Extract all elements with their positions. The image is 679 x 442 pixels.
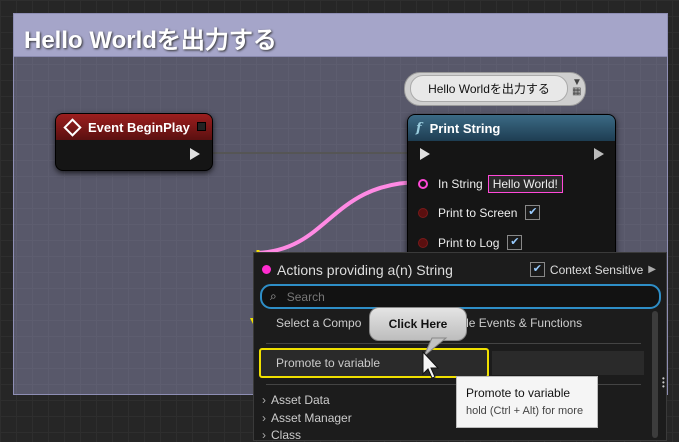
print-string-node[interactable]: f Print String In String Hello World! Pr… bbox=[407, 114, 616, 266]
string-pin-icon[interactable] bbox=[418, 179, 428, 189]
bool-pin-icon[interactable] bbox=[418, 237, 428, 248]
event-diamond-icon bbox=[63, 117, 82, 137]
print-to-log-checkbox[interactable]: ✔ bbox=[507, 235, 523, 250]
promote-row-background bbox=[492, 351, 644, 375]
tooltip-hint: hold (Ctrl + Alt) for more bbox=[466, 405, 584, 417]
divider bbox=[266, 343, 641, 344]
drag-handle-icon[interactable]: • • • bbox=[662, 375, 665, 391]
category-class-label: Class bbox=[271, 428, 302, 442]
print-to-screen-label: Print to Screen bbox=[438, 205, 518, 220]
context-sensitive-toggle[interactable]: ✔ Context Sensitive ▶ bbox=[529, 262, 656, 277]
print-node-title: Print String bbox=[429, 120, 501, 136]
exec-in-pin[interactable] bbox=[420, 148, 430, 160]
category-asset-data[interactable]: › Asset Data bbox=[262, 393, 330, 407]
print-to-log-row[interactable]: Print to Log ✔ bbox=[418, 235, 523, 250]
action-menu-title: Actions providing a(n) String bbox=[277, 261, 453, 278]
event-beginplay-node[interactable]: Event BeginPlay bbox=[55, 113, 213, 171]
print-node-header[interactable]: f Print String bbox=[408, 115, 615, 141]
in-string-value-input[interactable]: Hello World! bbox=[487, 175, 563, 193]
in-string-pin-row[interactable]: In String Hello World! bbox=[418, 175, 563, 193]
category-asset-manager-label: Asset Manager bbox=[271, 411, 352, 425]
string-pin-icon bbox=[262, 265, 271, 274]
event-node-title: Event BeginPlay bbox=[88, 119, 190, 135]
delegate-pin-icon[interactable] bbox=[197, 122, 206, 131]
chevron-right-icon: › bbox=[262, 393, 266, 407]
category-asset-manager[interactable]: › Asset Manager bbox=[262, 411, 352, 425]
search-icon: ⌕ bbox=[270, 289, 277, 303]
function-icon: f bbox=[416, 120, 422, 136]
search-field[interactable]: ⌕ Search bbox=[260, 284, 661, 309]
promote-tooltip: Promote to variable hold (Ctrl + Alt) fo… bbox=[456, 376, 598, 428]
menu-item-select-component-label: Select a Compo bbox=[276, 316, 362, 330]
chevron-right-icon: › bbox=[262, 411, 266, 425]
tooltip-title: Promote to variable bbox=[466, 386, 571, 400]
event-node-header[interactable]: Event BeginPlay bbox=[56, 114, 212, 140]
chevron-right-icon: › bbox=[262, 428, 266, 442]
print-to-screen-checkbox[interactable]: ✔ bbox=[525, 205, 541, 220]
chevron-right-icon[interactable]: ▶ bbox=[648, 264, 656, 275]
context-sensitive-checkbox[interactable]: ✔ bbox=[529, 262, 545, 277]
pin-icon[interactable]: ▼ ▦ bbox=[572, 78, 582, 97]
comment-bubble[interactable]: Hello Worldを出力する bbox=[410, 75, 568, 102]
string-wire bbox=[256, 180, 423, 255]
menu-item-select-component-tail: ble Events & Functions bbox=[459, 316, 583, 330]
print-to-log-label: Print to Log bbox=[438, 235, 500, 250]
promote-to-variable-label[interactable]: Promote to variable bbox=[276, 356, 380, 370]
context-sensitive-label: Context Sensitive bbox=[549, 262, 644, 277]
search-placeholder: Search bbox=[286, 289, 325, 304]
click-here-callout: Click Here bbox=[369, 307, 467, 341]
in-string-label: In String bbox=[438, 177, 483, 191]
print-to-screen-row[interactable]: Print to Screen ✔ bbox=[418, 205, 541, 220]
menu-scrollbar[interactable] bbox=[652, 311, 658, 438]
category-class[interactable]: › Class bbox=[262, 428, 301, 442]
exec-out-pin[interactable] bbox=[190, 148, 200, 160]
exec-out-pin[interactable] bbox=[594, 148, 604, 160]
category-asset-data-label: Asset Data bbox=[271, 393, 330, 407]
bool-pin-icon[interactable] bbox=[418, 207, 428, 218]
